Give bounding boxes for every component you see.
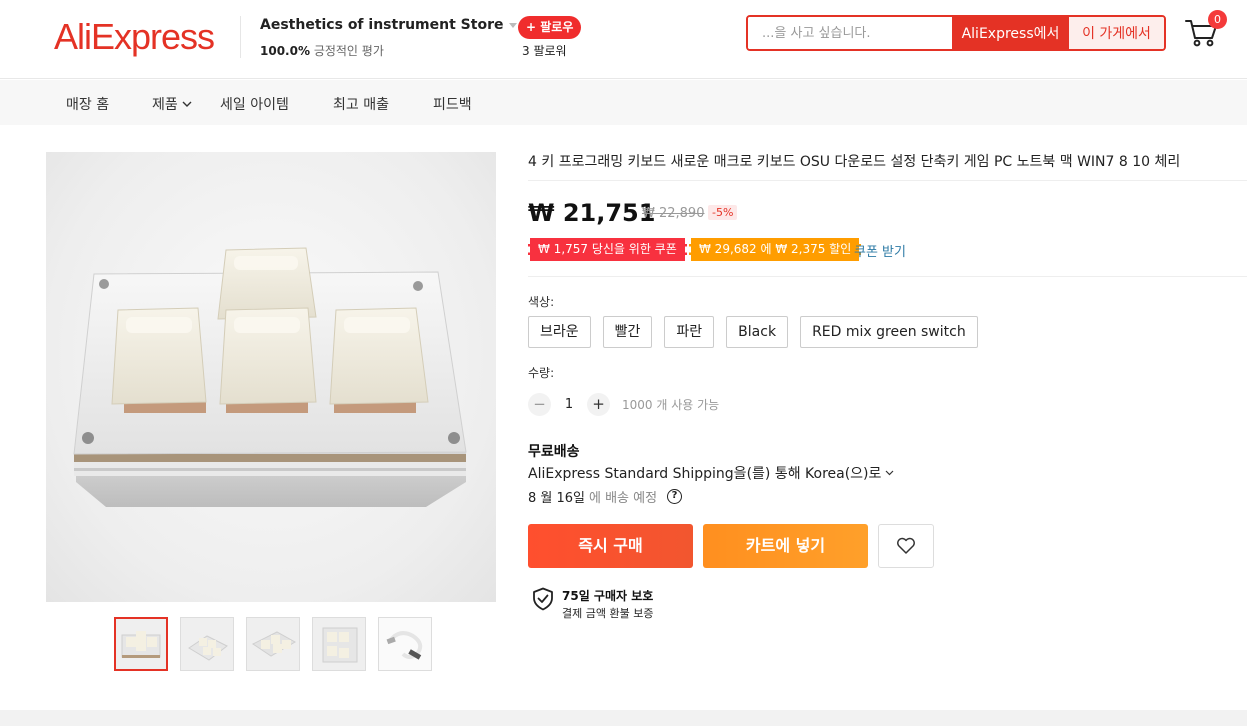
chevron-down-icon bbox=[885, 470, 894, 476]
wishlist-button[interactable] bbox=[878, 524, 934, 568]
nav-item-products[interactable]: 제품 bbox=[152, 94, 192, 114]
delivery-estimate: 8 월 16일 에 배송 예정 ? bbox=[528, 487, 683, 506]
search-aliexpress-button[interactable]: AliExpress에서 bbox=[952, 17, 1069, 49]
buyer-protection: 75일 구매자 보호 결제 금액 환불 보증 bbox=[532, 587, 653, 621]
thumbnail-3[interactable] bbox=[246, 617, 300, 671]
quantity-available: 1000 개 사용 가능 bbox=[622, 398, 720, 412]
thumbnail-2[interactable] bbox=[180, 617, 234, 671]
thumbnail-1[interactable] bbox=[114, 617, 168, 671]
delivery-date: 8 월 16일 bbox=[528, 491, 585, 506]
color-option-black[interactable]: Black bbox=[726, 316, 789, 348]
quantity-increase-button[interactable]: + bbox=[587, 393, 610, 416]
current-price: ₩ 21,751 bbox=[528, 199, 656, 227]
header: AliExpress Aesthetics of instrument Stor… bbox=[0, 0, 1247, 79]
discount-badge: -5% bbox=[708, 205, 738, 220]
store-rating: 100.0% 긍정적인 평가 bbox=[260, 42, 384, 59]
color-option-brown[interactable]: 브라운 bbox=[528, 316, 591, 348]
nav-item-label: 피드백 bbox=[433, 97, 472, 113]
store-name[interactable]: Aesthetics of instrument Store bbox=[260, 17, 518, 33]
followers-count: 3 팔로워 bbox=[522, 44, 567, 58]
chevron-down-icon bbox=[182, 101, 192, 107]
nav-item-feedback[interactable]: 피드백 bbox=[433, 94, 472, 114]
shipping-title: 무료배송 bbox=[528, 444, 580, 460]
color-option-red-mix-green[interactable]: RED mix green switch bbox=[800, 316, 978, 348]
nav-item-label: 매장 홈 bbox=[66, 97, 110, 113]
thumbnail-5[interactable] bbox=[378, 617, 432, 671]
coupon-badge-personal[interactable]: ₩ 1,757 당신을 위한 쿠폰 bbox=[528, 238, 687, 261]
nav-item-sale[interactable]: 세일 아이템 bbox=[220, 94, 289, 114]
color-label: 색상: bbox=[528, 295, 555, 309]
store-nav: 매장 홈 제품 세일 아이템 최고 매출 피드백 bbox=[0, 80, 1247, 125]
search-store-button[interactable]: 이 가게에서 bbox=[1069, 17, 1164, 49]
quantity-label: 수량: bbox=[528, 366, 555, 380]
store-rating-value: 100.0% bbox=[260, 44, 310, 58]
nav-item-store-home[interactable]: 매장 홈 bbox=[66, 94, 109, 114]
nav-item-top-selling[interactable]: 최고 매출 bbox=[333, 94, 389, 114]
search-input[interactable] bbox=[748, 17, 952, 49]
add-to-cart-button[interactable]: 카트에 넣기 bbox=[703, 524, 868, 568]
footer-strip bbox=[0, 710, 1247, 726]
search-bar: AliExpress에서 이 가게에서 bbox=[746, 15, 1166, 51]
shield-check-icon bbox=[533, 587, 553, 611]
cart-count-badge: 0 bbox=[1208, 10, 1227, 29]
aliexpress-logo[interactable]: AliExpress bbox=[54, 16, 215, 58]
store-name-text: Aesthetics of instrument Store bbox=[260, 17, 504, 33]
quantity-stepper: − 1 + 1000 개 사용 가능 bbox=[528, 393, 719, 416]
follow-button[interactable]: + 팔로우 bbox=[518, 16, 582, 39]
quantity-decrease-button[interactable]: − bbox=[528, 393, 551, 416]
product-main-image[interactable] bbox=[46, 152, 496, 602]
nav-item-label: 최고 매출 bbox=[333, 97, 389, 113]
delivery-suffix: 에 배송 예정 bbox=[589, 491, 658, 506]
color-option-red[interactable]: 빨간 bbox=[602, 316, 653, 348]
chevron-down-icon bbox=[509, 22, 518, 28]
divider bbox=[240, 16, 241, 58]
product-title: 4 키 프로그래밍 키보드 새로운 매크로 키보드 OSU 다운로드 설정 단축… bbox=[528, 154, 1181, 170]
divider bbox=[528, 180, 1247, 181]
shipping-method-selector[interactable]: AliExpress Standard Shipping을(를) 통해 Kore… bbox=[528, 463, 894, 483]
thumbnail-strip bbox=[114, 617, 432, 671]
divider bbox=[528, 276, 1247, 277]
nav-item-label: 세일 아이템 bbox=[220, 97, 289, 113]
quantity-value[interactable]: 1 bbox=[561, 397, 577, 412]
nav-item-label: 제품 bbox=[152, 97, 178, 113]
original-price: ₩ 22,890 bbox=[642, 206, 705, 221]
protection-subtitle: 결제 금액 환불 보증 bbox=[562, 607, 654, 620]
thumbnail-4[interactable] bbox=[312, 617, 366, 671]
color-options: 브라운 빨간 파란 Black RED mix green switch bbox=[528, 316, 978, 348]
protection-title: 75일 구매자 보호 bbox=[562, 589, 654, 603]
get-coupons-link[interactable]: 쿠폰 받기 bbox=[854, 241, 906, 260]
color-option-blue[interactable]: 파란 bbox=[664, 316, 715, 348]
store-rating-label: 긍정적인 평가 bbox=[313, 44, 384, 58]
help-icon[interactable]: ? bbox=[667, 489, 683, 504]
buy-now-button[interactable]: 즉시 구매 bbox=[528, 524, 693, 568]
shipping-method-text: AliExpress Standard Shipping을(를) 통해 Kore… bbox=[528, 466, 882, 482]
heart-icon bbox=[897, 537, 915, 554]
coupon-badge-threshold[interactable]: ₩ 29,682 에 ₩ 2,375 할인 bbox=[689, 238, 862, 261]
